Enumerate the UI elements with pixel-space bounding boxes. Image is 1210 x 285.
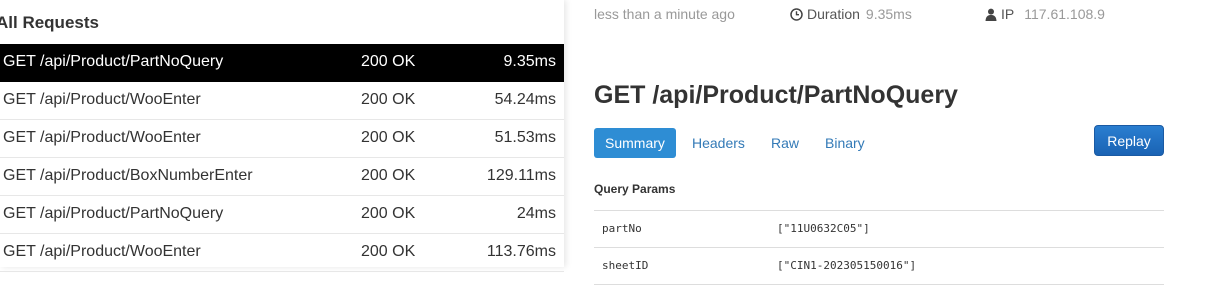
duration-value: 9.35ms <box>865 6 912 22</box>
detail-title: GET /api/Product/PartNoQuery <box>594 81 958 109</box>
duration-label: Duration <box>807 6 860 22</box>
request-row[interactable]: GET /api/Product/WooEnter 200 OK 54.24ms <box>0 82 564 120</box>
request-duration: 54.24ms <box>494 91 556 108</box>
tab-headers[interactable]: Headers <box>681 128 756 158</box>
replay-button[interactable]: Replay <box>1094 125 1164 156</box>
param-key: sheetID <box>602 259 649 272</box>
list-title: All Requests <box>0 13 99 32</box>
request-row[interactable]: GET /api/Product/WooEnter 200 OK 51.53ms <box>0 120 564 158</box>
request-duration: 113.76ms <box>486 243 556 260</box>
user-icon <box>985 6 1001 22</box>
request-status: 200 OK <box>361 53 416 70</box>
tab-raw[interactable]: Raw <box>760 128 810 158</box>
request-row[interactable]: GET /api/Product/PartNoQuery 200 OK 24ms <box>0 196 564 234</box>
param-key: partNo <box>602 222 642 235</box>
ip-value: 117.61.108.9 <box>1024 6 1105 22</box>
request-list-panel: All Requests GET /api/Product/PartNoQuer… <box>0 0 564 272</box>
request-duration: 129.11ms <box>486 167 556 184</box>
request-method-path: GET /api/Product/WooEnter <box>3 91 201 108</box>
request-method-path: GET /api/Product/WooEnter <box>3 243 201 260</box>
query-params-title: Query Params <box>594 182 676 196</box>
request-method-path: GET /api/Product/PartNoQuery <box>3 205 224 222</box>
request-time: less than a minute ago <box>594 6 735 22</box>
request-duration: 24ms <box>516 205 556 222</box>
request-status: 200 OK <box>361 129 416 146</box>
ip-meta: IP 117.61.108.9 <box>985 6 1105 22</box>
request-status: 200 OK <box>361 243 416 260</box>
request-method-path: GET /api/Product/WooEnter <box>3 129 201 146</box>
request-duration: 51.53ms <box>494 129 556 146</box>
time-ago-text: less than a minute ago <box>594 6 735 22</box>
request-row[interactable]: GET /api/Product/PartNoQuery 200 OK 9.35… <box>0 44 564 82</box>
param-row: partNo ["11U0632C05"] <box>594 211 1164 248</box>
request-row[interactable]: GET /api/Product/WooEnter 200 OK 113.76m… <box>0 234 564 272</box>
request-list: GET /api/Product/PartNoQuery 200 OK 9.35… <box>0 44 564 272</box>
clock-icon <box>790 6 807 22</box>
duration-meta: Duration 9.35ms <box>790 6 912 22</box>
query-params-table: partNo ["11U0632C05"] sheetID ["CIN1-202… <box>594 210 1164 285</box>
tab-binary[interactable]: Binary <box>814 128 876 158</box>
request-status: 200 OK <box>361 205 416 222</box>
request-status: 200 OK <box>361 91 416 108</box>
request-status: 200 OK <box>361 167 416 184</box>
tab-summary[interactable]: Summary <box>594 128 676 158</box>
param-value: ["CIN1-202305150016"] <box>777 259 917 272</box>
request-duration: 9.35ms <box>503 53 556 70</box>
ip-label: IP <box>1001 6 1015 22</box>
request-method-path: GET /api/Product/PartNoQuery <box>3 53 224 70</box>
request-method-path: GET /api/Product/BoxNumberEnter <box>3 167 253 184</box>
param-value: ["11U0632C05"] <box>777 222 870 235</box>
request-row[interactable]: GET /api/Product/BoxNumberEnter 200 OK 1… <box>0 158 564 196</box>
